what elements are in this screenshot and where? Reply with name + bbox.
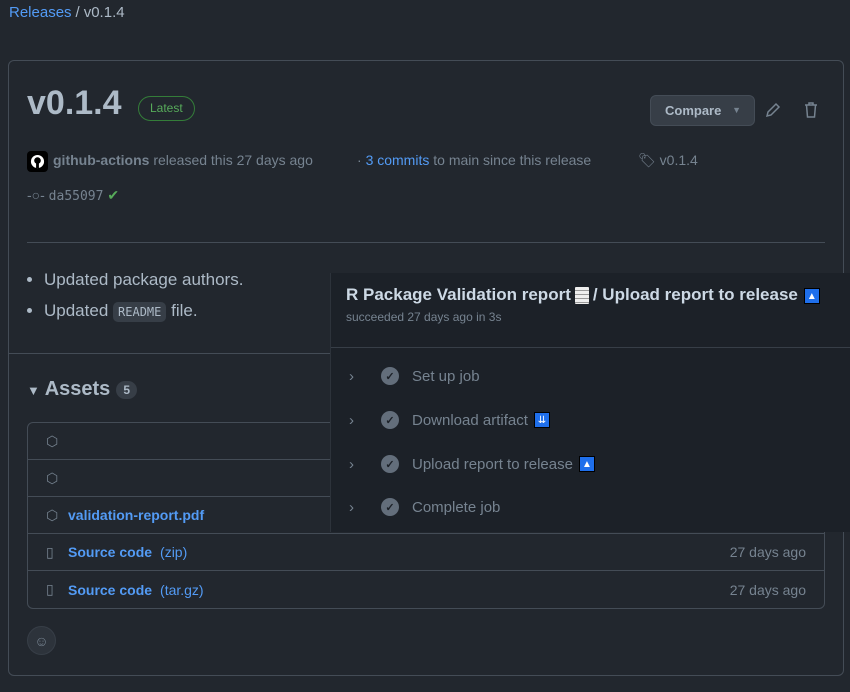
popover-title: R Package Validation report / Upload repo… (346, 285, 820, 305)
note-text: file. (171, 301, 198, 320)
step-label: Set up job (412, 367, 480, 385)
asset-ext[interactable]: (tar.gz) (160, 582, 204, 598)
asset-ext[interactable]: (zip) (160, 544, 187, 560)
dot-separator: · (357, 152, 362, 168)
commit-meta: -○- da55097 ✔ (27, 187, 119, 204)
tag-meta[interactable]: 🏷︎ v0.1.4 (638, 152, 698, 169)
asset-row[interactable]: ▯ Source code (zip) 27 days ago (28, 534, 824, 571)
inline-code: README (113, 302, 167, 322)
commits-link[interactable]: 3 commits (366, 152, 430, 168)
chevron-right-icon: › (349, 455, 354, 473)
check-circle-icon: ✓ (381, 498, 399, 516)
chevron-right-icon: › (349, 367, 354, 385)
breadcrumb-separator: / (75, 4, 80, 21)
asset-date: 27 days ago (729, 581, 806, 598)
step-label: Upload report to release (412, 455, 573, 473)
breadcrumb: Releases / v0.1.4 (9, 4, 125, 21)
divider (27, 242, 825, 243)
package-icon: ⬡ (46, 469, 59, 486)
release-meta: github-actions released this 27 days ago (53, 152, 313, 168)
add-reaction-smiley-icon[interactable]: ☺ (27, 626, 56, 655)
workflow-job-popover: R Package Validation report / Upload repo… (330, 273, 850, 532)
asset-link[interactable]: validation-report.pdf (68, 507, 204, 523)
asset-link[interactable]: Source code (68, 544, 152, 560)
workflow-name: R Package Validation report (346, 285, 571, 304)
package-icon: ⬡ (46, 506, 59, 523)
verified-check-icon: ✔ (107, 187, 120, 203)
file-zip-icon: ▯ (46, 581, 54, 597)
assets-toggle[interactable]: ▼ Assets 5 (27, 378, 137, 401)
chevron-right-icon: › (349, 411, 354, 429)
breadcrumb-current: v0.1.4 (83, 4, 125, 21)
step-row[interactable]: › ✓ Complete job (349, 498, 500, 516)
edit-pencil-icon[interactable] (763, 100, 783, 120)
check-circle-icon: ✓ (381, 367, 399, 385)
commits-meta: · 3 commits to main since this release (357, 152, 591, 168)
up-arrow-emoji-icon: ▲ (803, 287, 820, 304)
check-circle-icon: ✓ (381, 411, 399, 429)
step-label: Complete job (412, 498, 501, 516)
github-actions-avatar[interactable] (27, 151, 48, 172)
up-arrow-emoji-icon: ▲ (578, 456, 595, 472)
check-circle-icon: ✓ (381, 455, 399, 473)
caret-down-icon: ▼ (732, 105, 741, 115)
tag-label: v0.1.4 (659, 152, 698, 168)
note-text: Updated (44, 301, 109, 320)
compare-button[interactable]: Compare ▼ (650, 95, 755, 126)
commits-suffix: to main since this release (433, 152, 592, 168)
trash-icon[interactable] (801, 100, 821, 120)
step-label: Download artifact (412, 411, 528, 429)
page-emoji-icon (574, 287, 589, 305)
released-text: released this 27 days ago (153, 152, 313, 168)
asset-row[interactable]: ▯ Source code (tar.gz) 27 days ago (28, 571, 824, 608)
double-down-emoji-icon: ⇊ (533, 412, 550, 428)
note-item: Updated package authors. (44, 264, 243, 295)
asset-date: 27 days ago (729, 544, 806, 560)
file-zip-icon: ▯ (46, 543, 54, 560)
triangle-down-icon: ▼ (27, 383, 40, 398)
package-icon: ⬡ (46, 432, 59, 449)
latest-badge: Latest (138, 96, 195, 121)
popover-subtitle: succeeded 27 days ago in 3s (346, 310, 502, 324)
note-item: Updated README file. (44, 295, 243, 328)
assets-title: Assets (44, 378, 111, 400)
divider (331, 347, 850, 348)
release-title: v0.1.4 (27, 84, 122, 122)
asset-link[interactable]: Source code (68, 582, 152, 598)
tag-icon: 🏷︎ (638, 152, 656, 168)
step-row[interactable]: › ✓ Download artifact ⇊ (349, 411, 550, 429)
chevron-right-icon: › (349, 498, 354, 516)
author-link[interactable]: github-actions (53, 152, 149, 168)
release-notes: Updated package authors. Updated README … (44, 264, 243, 328)
compare-label: Compare (665, 103, 722, 118)
job-name: / Upload report to release (592, 285, 798, 304)
commit-sha-link[interactable]: da55097 (49, 189, 104, 204)
breadcrumb-releases-link[interactable]: Releases (9, 4, 72, 21)
step-row[interactable]: › ✓ Upload report to release ▲ (349, 455, 595, 473)
git-commit-icon: -○- (27, 187, 45, 203)
step-row[interactable]: › ✓ Set up job (349, 367, 480, 385)
assets-count: 5 (116, 380, 137, 399)
